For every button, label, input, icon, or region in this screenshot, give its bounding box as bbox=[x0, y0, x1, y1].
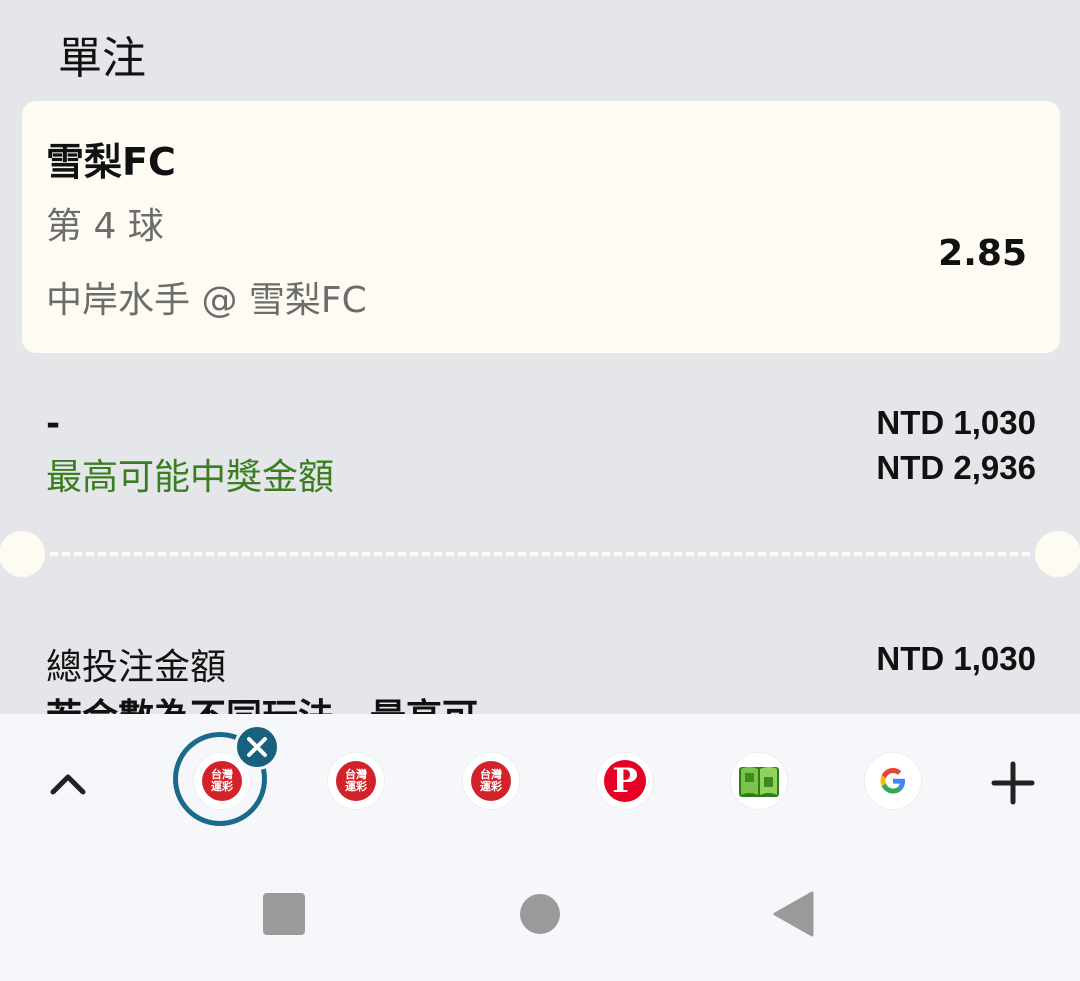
tab-google[interactable] bbox=[865, 753, 921, 809]
ticket-notch-left bbox=[0, 531, 45, 577]
sportslottery-logo-icon: 台灣 運彩 bbox=[336, 761, 376, 801]
close-icon bbox=[247, 737, 267, 757]
ticket-divider bbox=[50, 552, 1030, 556]
home-button[interactable] bbox=[520, 894, 560, 934]
back-icon[interactable] bbox=[772, 890, 814, 938]
potential-win-label: 最高可能中獎金額 bbox=[46, 457, 335, 498]
browser-tab-bar bbox=[0, 714, 1080, 981]
tab-pinterest[interactable]: P bbox=[597, 753, 653, 809]
sportslottery-logo-icon: 台灣 運彩 bbox=[471, 761, 511, 801]
book-icon bbox=[739, 767, 779, 797]
recents-button[interactable] bbox=[263, 893, 305, 935]
plus-icon[interactable] bbox=[990, 760, 1036, 806]
market-name: 第 4 球 bbox=[46, 206, 164, 247]
close-tab-button[interactable] bbox=[234, 724, 280, 770]
stake-label: - bbox=[46, 404, 61, 444]
team-name: 雪梨FC bbox=[46, 140, 176, 184]
tab-sportslottery-2[interactable]: 台灣 運彩 bbox=[328, 753, 384, 809]
ticket-notch-right bbox=[1035, 531, 1080, 577]
stake-amount: NTD 1,030 bbox=[876, 404, 1036, 441]
potential-win-amount: NTD 2,936 bbox=[876, 449, 1036, 486]
bet-card[interactable]: 雪梨FC 第 4 球 中岸水手 @ 雪梨FC 2.85 bbox=[22, 101, 1060, 353]
odds-value: 2.85 bbox=[938, 233, 1027, 274]
section-title: 單注 bbox=[58, 33, 146, 84]
chevron-up-icon[interactable] bbox=[48, 766, 88, 800]
tab-book[interactable] bbox=[731, 753, 787, 809]
google-icon bbox=[880, 768, 905, 794]
selection-name: 中岸水手 @ 雪梨FC bbox=[46, 280, 367, 321]
tab-sportslottery-3[interactable]: 台灣 運彩 bbox=[463, 753, 519, 809]
total-stake-label: 總投注金額 bbox=[46, 647, 227, 688]
total-stake-amount: NTD 1,030 bbox=[876, 640, 1036, 677]
pinterest-icon: P bbox=[604, 760, 646, 802]
